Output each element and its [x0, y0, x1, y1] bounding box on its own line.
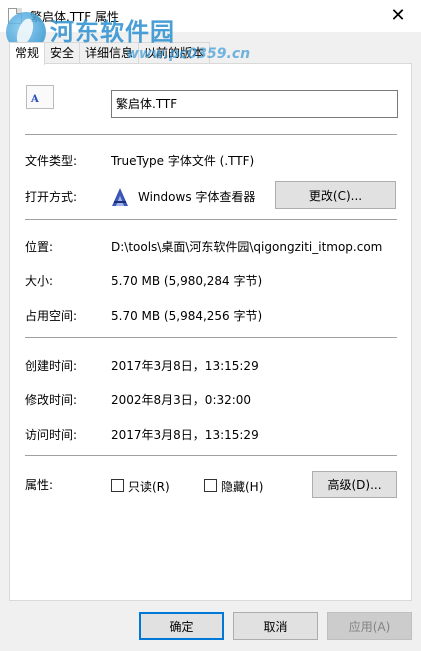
general-tab-panel: A 繁启体.TTF 文件类型: TrueType 字体文件 (.TTF) 打开方…: [9, 63, 412, 601]
open-with-value: Windows 字体查看器: [138, 190, 256, 204]
close-button[interactable]: ✕: [375, 0, 421, 30]
modified-value: 2002年8月3日，0:32:00: [111, 393, 252, 407]
location-value: D:\tools\桌面\河东软件园\qigongziti_itmop.com: [111, 240, 383, 254]
created-label: 创建时间:: [25, 359, 78, 373]
readonly-checkbox[interactable]: [111, 479, 124, 492]
font-glyph: A: [31, 94, 39, 105]
divider: [25, 219, 397, 220]
size-value: 5.70 MB (5,980,284 字节): [111, 274, 263, 288]
tab-strip: 常规 安全 详细信息 以前的版本: [9, 42, 211, 65]
size-on-disk-label: 占用空间:: [25, 309, 78, 323]
divider: [25, 134, 397, 135]
file-type-value: TrueType 字体文件 (.TTF): [111, 154, 255, 168]
change-button[interactable]: 更改(C)...: [275, 181, 396, 209]
tab-general[interactable]: 常规: [9, 42, 46, 65]
modified-label: 修改时间:: [25, 393, 78, 407]
file-type-label: 文件类型:: [25, 154, 78, 168]
accessed-value: 2017年3月8日，13:15:29: [111, 428, 259, 442]
advanced-button[interactable]: 高级(D)...: [312, 471, 397, 498]
divider: [25, 337, 397, 338]
tab-security[interactable]: 安全: [44, 42, 81, 64]
window-title: 繁启体.TTF 属性: [30, 10, 119, 24]
title-bar: 繁启体.TTF 属性 ✕: [0, 0, 421, 32]
cancel-button[interactable]: 取消: [233, 612, 318, 640]
file-icon: [8, 8, 22, 24]
created-value: 2017年3月8日，13:15:29: [111, 359, 259, 373]
hidden-label[interactable]: 隐藏(H): [221, 478, 263, 495]
ok-button[interactable]: 确定: [139, 612, 224, 640]
accessed-label: 访问时间:: [25, 428, 78, 442]
close-icon: ✕: [390, 4, 406, 26]
tab-previous-versions[interactable]: 以前的版本: [138, 42, 211, 64]
file-name-input[interactable]: 繁启体.TTF: [111, 90, 398, 118]
open-with-label: 打开方式:: [25, 190, 78, 204]
divider: [25, 455, 397, 456]
size-label: 大小:: [25, 274, 54, 288]
location-label: 位置:: [25, 240, 54, 254]
readonly-label[interactable]: 只读(R): [128, 478, 170, 495]
font-file-icon: A: [26, 85, 54, 109]
font-viewer-icon: [112, 188, 128, 206]
attributes-label: 属性:: [25, 478, 54, 492]
tab-details[interactable]: 详细信息: [79, 42, 140, 64]
apply-button[interactable]: 应用(A): [327, 612, 412, 640]
hidden-checkbox[interactable]: [204, 479, 217, 492]
size-on-disk-value: 5.70 MB (5,984,256 字节): [111, 309, 263, 323]
